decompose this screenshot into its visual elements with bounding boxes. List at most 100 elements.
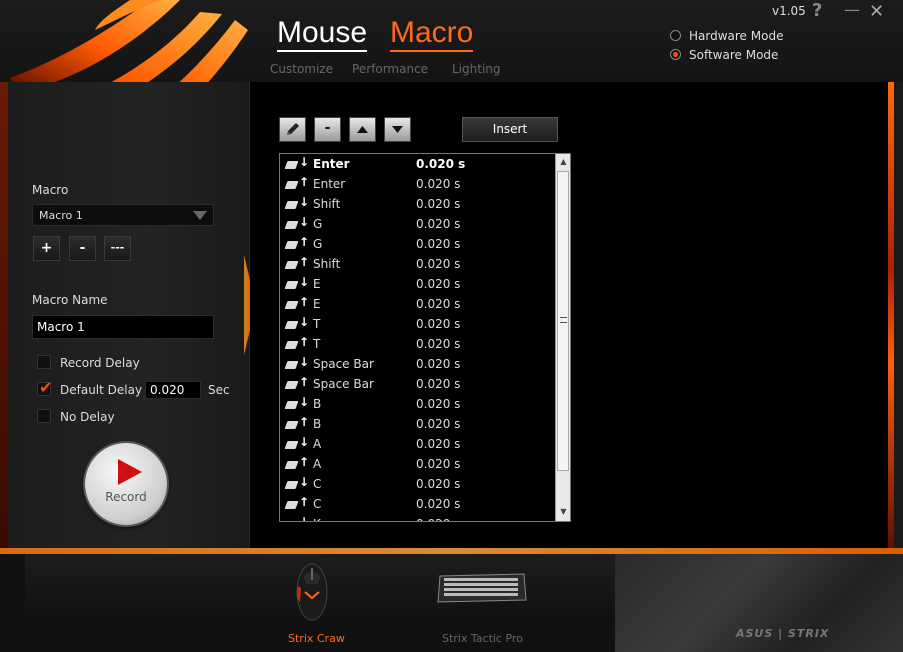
event-key: G — [313, 237, 323, 251]
event-row[interactable]: ↓ B 0.020 s — [284, 395, 556, 415]
version-label: v1.05 — [772, 4, 806, 18]
event-row[interactable]: ↓ Shift 0.020 s — [284, 195, 556, 215]
event-row[interactable]: ↓ Enter 0.020 s — [284, 155, 556, 175]
event-key: E — [313, 297, 321, 311]
event-row[interactable]: ↓ A 0.020 s — [284, 435, 556, 455]
event-delay: 0.020 s — [416, 477, 461, 491]
minimize-icon[interactable]: — — [844, 0, 860, 19]
add-macro-button[interactable]: + — [33, 236, 60, 261]
event-row[interactable]: ↓K 0.020 s — [285, 515, 556, 522]
event-delay: 0.020 s — [416, 517, 460, 521]
keyboard-icon — [284, 221, 299, 229]
macro-select[interactable]: Macro 1 — [32, 204, 214, 226]
subtab-customize[interactable]: Customize — [270, 62, 333, 76]
record-label: Record — [105, 490, 147, 504]
macro-label: Macro — [32, 183, 69, 197]
remove-macro-button[interactable]: - — [69, 236, 96, 261]
arrow-up-icon: ↑ — [299, 495, 310, 509]
help-icon[interactable]: ? — [812, 0, 822, 21]
record-button[interactable]: Record — [85, 443, 167, 525]
scroll-up-icon[interactable]: ▲ — [556, 154, 571, 170]
event-key: Space Bar — [313, 377, 374, 391]
arrow-up-icon: ↑ — [299, 335, 310, 349]
tab-mouse[interactable]: Mouse — [277, 16, 368, 52]
hardware-mode-label: Hardware Mode — [689, 28, 784, 43]
scroll-thumb[interactable] — [557, 171, 569, 471]
arrow-down-icon: ↓ — [299, 435, 310, 449]
subtab-lighting[interactable]: Lighting — [452, 62, 501, 76]
arrow-down-icon: ↓ — [299, 275, 310, 289]
no-delay-label: No Delay — [60, 410, 115, 424]
strix-claw-mouse-icon[interactable] — [292, 558, 332, 622]
event-delay: 0.020 s — [416, 357, 461, 371]
more-options-button[interactable]: --- — [104, 236, 131, 261]
event-row[interactable]: ↑ E 0.020 s — [284, 295, 556, 315]
arrow-down-icon: ↓ — [299, 515, 310, 522]
event-row[interactable]: ↑ A 0.020 s — [284, 455, 556, 475]
event-delay: 0.020 s — [416, 197, 461, 211]
event-row[interactable]: ↑ Enter 0.020 s — [284, 175, 556, 195]
event-delay: 0.020 s — [416, 277, 461, 291]
keyboard-icon — [284, 281, 299, 289]
event-key: T — [313, 317, 321, 331]
event-key: Space Bar — [313, 357, 374, 371]
grip-icon — [560, 317, 567, 323]
event-row[interactable]: ↓ T 0.020 s — [284, 315, 556, 335]
close-icon[interactable]: ✕ — [869, 1, 884, 22]
event-row[interactable]: ↓ G 0.020 s — [284, 215, 556, 235]
macro-event-list[interactable]: ↓ Enter 0.020 s ↑ Enter 0.020 s ↓ Shift 0.020 s ↓… — [279, 153, 571, 522]
edit-event-button[interactable] — [279, 117, 306, 142]
event-row[interactable]: ↑ G 0.020 s — [284, 235, 556, 255]
no-delay-checkbox[interactable] — [37, 409, 51, 423]
event-delay: 0.020 s — [416, 317, 461, 331]
keyboard-icon — [284, 501, 299, 509]
event-row[interactable]: ↑ Shift 0.020 s — [284, 255, 556, 275]
device-strix-craw[interactable]: Strix Craw — [288, 632, 345, 645]
arrow-up-icon: ↑ — [299, 295, 310, 309]
arrow-up-icon: ↑ — [299, 375, 310, 389]
event-row[interactable]: ↑ B 0.020 s — [284, 415, 556, 435]
strix-tactic-keyboard-icon[interactable] — [436, 572, 528, 604]
event-delay: 0.020 s — [416, 497, 461, 511]
insert-button[interactable]: Insert — [462, 117, 558, 142]
macro-name-input[interactable] — [32, 315, 214, 339]
record-delay-checkbox[interactable] — [37, 355, 51, 369]
tab-macro[interactable]: Macro — [390, 16, 474, 52]
device-strix-tactic-pro[interactable]: Strix Tactic Pro — [442, 632, 523, 645]
event-key: A — [313, 437, 322, 451]
scroll-down-icon[interactable]: ▼ — [556, 504, 571, 520]
event-row[interactable]: ↓ C 0.020 s — [284, 475, 556, 495]
event-key: B — [313, 417, 322, 431]
record-delay-label: Record Delay — [60, 356, 140, 370]
event-key: K — [313, 517, 321, 521]
move-down-button[interactable] — [384, 117, 411, 142]
software-mode-radio[interactable]: Software Mode — [670, 45, 783, 64]
event-delay: 0.020 s — [416, 377, 461, 391]
default-delay-input[interactable] — [145, 381, 201, 399]
arrow-down-icon: ↓ — [299, 475, 310, 489]
event-row[interactable]: ↓ E 0.020 s — [284, 275, 556, 295]
right-edge-frame — [894, 82, 903, 548]
keyboard-icon — [284, 301, 299, 309]
move-up-button[interactable] — [349, 117, 376, 142]
software-mode-label: Software Mode — [689, 47, 779, 62]
event-delay: 0.020 s — [416, 257, 461, 271]
event-row[interactable]: ↑ C 0.020 s — [284, 495, 556, 515]
event-list-scrollbar[interactable]: ▲ ▼ — [555, 154, 570, 521]
event-delay: 0.020 s — [416, 337, 461, 351]
event-row[interactable]: ↑ Space Bar 0.020 s — [284, 375, 556, 395]
default-delay-checkbox[interactable]: ✔ — [37, 378, 52, 397]
subtab-performance[interactable]: Performance — [352, 62, 428, 76]
event-key: Enter — [313, 177, 346, 191]
event-row[interactable]: ↑ T 0.020 s — [284, 335, 556, 355]
event-key: Shift — [313, 257, 341, 271]
remove-event-button[interactable]: - — [314, 117, 341, 142]
triangle-up-icon — [357, 126, 368, 133]
event-delay: 0.020 s — [416, 157, 466, 171]
arrow-down-icon: ↓ — [299, 155, 310, 169]
keyboard-icon — [285, 521, 299, 522]
hardware-mode-radio[interactable]: Hardware Mode — [670, 26, 783, 45]
keyboard-icon — [284, 321, 299, 329]
event-row[interactable]: ↓ Space Bar 0.020 s — [284, 355, 556, 375]
radio-checked-icon — [670, 49, 681, 60]
